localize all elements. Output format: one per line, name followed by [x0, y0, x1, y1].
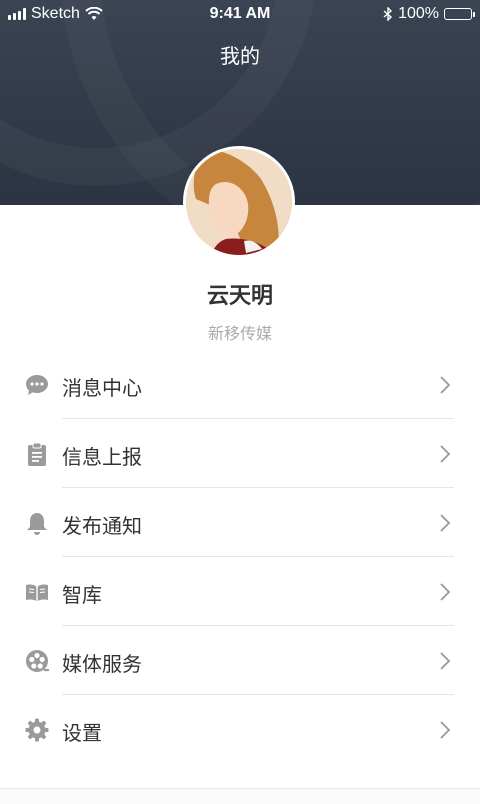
user-name: 云天明 [206, 284, 273, 309]
menu-list: 消息中心 信息上报 发布通知 智库 媒体服务 设置 [0, 350, 480, 764]
chevron-right-icon [440, 514, 451, 532]
bell-icon [27, 513, 47, 535]
menu-item-settings[interactable]: 设置 [0, 695, 480, 764]
chevron-right-icon [440, 583, 451, 601]
chevron-right-icon [440, 652, 451, 670]
clipboard-icon [28, 442, 46, 466]
chevron-right-icon [440, 376, 451, 394]
menu-item-label: 信息上报 [62, 445, 142, 469]
book-icon [26, 584, 48, 601]
menu-item-label: 发布通知 [62, 514, 142, 538]
menu-item-report[interactable]: 信息上报 [0, 419, 480, 488]
message-icon [26, 375, 48, 395]
battery-percent: 100% [398, 5, 439, 22]
avatar[interactable] [183, 146, 295, 258]
battery-icon [444, 8, 475, 20]
menu-item-think-tank[interactable]: 智库 [0, 557, 480, 626]
user-organization: 新移传媒 [207, 324, 272, 343]
menu-item-label: 设置 [62, 721, 102, 745]
menu-item-label: 消息中心 [62, 376, 142, 400]
tab-bar [0, 788, 480, 804]
menu-item-label: 智库 [62, 583, 102, 607]
gear-icon [25, 718, 49, 742]
bluetooth-icon [383, 7, 393, 21]
avatar-photo [186, 149, 292, 255]
menu-item-label: 媒体服务 [62, 652, 142, 676]
menu-item-notice[interactable]: 发布通知 [0, 488, 480, 557]
menu-item-messages[interactable]: 消息中心 [0, 350, 480, 419]
chevron-right-icon [440, 721, 451, 739]
film-reel-icon [26, 650, 49, 672]
chevron-right-icon [440, 445, 451, 463]
menu-item-media-service[interactable]: 媒体服务 [0, 626, 480, 695]
status-right: 100% [383, 5, 475, 23]
status-bar: Sketch 9:41 AM 100% [0, 0, 480, 28]
page-title: 我的 [220, 44, 260, 68]
